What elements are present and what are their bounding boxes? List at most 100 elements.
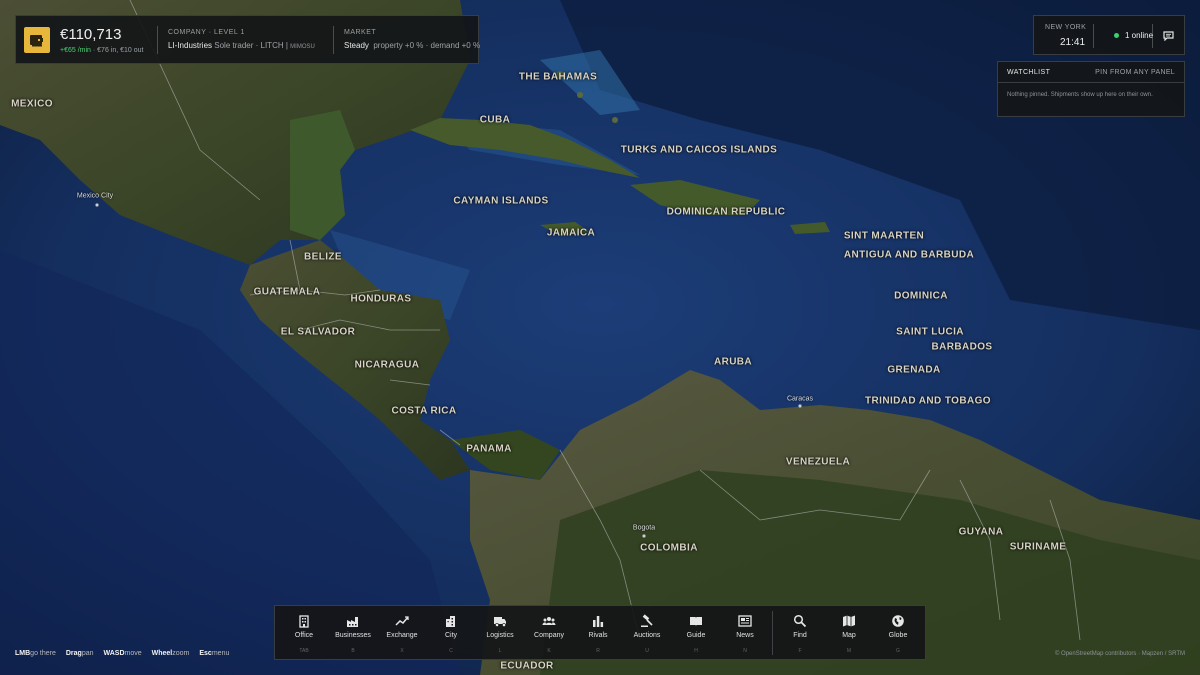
country-label-ecuador[interactable]: ECUADOR (500, 661, 553, 672)
toolbar-find-button[interactable]: Find F (776, 606, 824, 661)
country-label-mexico[interactable]: MEXICO (11, 99, 53, 110)
country-label-grenada[interactable]: GRENADA (887, 365, 940, 376)
country-label-colombia[interactable]: COLOMBIA (640, 543, 698, 554)
city-marker[interactable] (95, 203, 99, 207)
wallet-icon (30, 34, 43, 46)
balance-value: €110,713 (60, 25, 122, 43)
income-detail: · €76 in, €10 out (90, 46, 144, 54)
control-hints: LMBgo there Dragpan WASDmove Wheelzoom E… (15, 650, 239, 657)
country-label-suriname[interactable]: SURINAME (1010, 542, 1067, 553)
toolbar-label: Businesses (335, 632, 371, 639)
trend-icon (395, 616, 409, 626)
toolbar-logistics-button[interactable]: Logistics L (476, 606, 524, 661)
toolbar-shortcut: K (547, 648, 551, 654)
watchlist-panel: WATCHLIST PIN FROM ANY PANEL Nothing pin… (997, 61, 1185, 117)
city-marker[interactable] (798, 404, 802, 408)
toolbar-label: Company (534, 632, 564, 639)
country-label-barbados[interactable]: BARBADOS (932, 342, 993, 353)
toolbar-shortcut: M (846, 648, 852, 654)
market-block[interactable]: MARKET Steady property +0 % · demand +0 … (344, 29, 480, 50)
city-label-caracas[interactable]: Caracas (787, 396, 813, 403)
toolbar-city-button[interactable]: City C (427, 606, 475, 661)
country-label-cuba[interactable]: CUBA (480, 115, 511, 126)
toolbar-shortcut: H (694, 648, 698, 654)
toolbar-label: Find (793, 632, 807, 639)
watchlist-title: WATCHLIST (1007, 69, 1051, 76)
hint-esc: Escmenu (199, 650, 230, 657)
country-label-honduras[interactable]: HONDURAS (351, 294, 412, 305)
company-name: LI-Industries (168, 41, 213, 50)
toolbar-shortcut: C (449, 648, 453, 654)
balance-block[interactable]: €110,713 +€65 /min · €76 in, €10 out (60, 26, 152, 54)
company-heading: COMPANY · LEVEL 1 (168, 29, 245, 36)
country-label-venezuela[interactable]: VENEZUELA (786, 457, 850, 468)
company-block[interactable]: COMPANY · LEVEL 1 LI-Industries Sole tra… (168, 29, 323, 50)
online-status-dot (1114, 33, 1119, 38)
online-indicator[interactable]: 1 online (1114, 31, 1153, 40)
divider (333, 25, 334, 54)
toolbar-office-button[interactable]: Office TAB (280, 606, 328, 661)
toolbar-shortcut: N (743, 648, 747, 654)
company-line: LI-Industries Sole trader · LITCH | MIMO… (168, 41, 315, 50)
clock-city: NEW YORK (1045, 24, 1087, 31)
toolbar-rivals-button[interactable]: Rivals R (574, 606, 622, 661)
hint-drag: Dragpan (65, 650, 94, 657)
country-label-jamaica[interactable]: JAMAICA (547, 228, 595, 239)
map-attribution[interactable]: © OpenStreetMap contributors · Mapzen / … (1055, 651, 1185, 657)
country-label-the-bahamas[interactable]: THE BAHAMAS (519, 72, 597, 83)
company-logo[interactable] (24, 26, 50, 53)
clock-time: 21:41 (1060, 37, 1086, 48)
toolbar-label: Guide (686, 632, 706, 639)
country-label-saint-lucia[interactable]: SAINT LUCIA (896, 327, 964, 338)
toolbar-businesses-button[interactable]: Businesses B (329, 606, 377, 661)
main-toolbar: Office TAB Businesses B Exchange X City … (274, 605, 926, 660)
toolbar-map-button[interactable]: Map M (825, 606, 873, 661)
hint-lmb: LMBgo there (15, 650, 56, 657)
gavel-icon (641, 614, 653, 627)
country-label-trinidad-and-tobago[interactable]: TRINIDAD AND TOBAGO (865, 396, 991, 407)
country-label-guatemala[interactable]: GUATEMALA (254, 287, 321, 298)
market-line: Steady property +0 % · demand +0 % (344, 41, 480, 50)
country-label-sint-maarten[interactable]: SINT MAARTEN (844, 231, 924, 242)
country-label-nicaragua[interactable]: NICARAGUA (355, 360, 420, 371)
toolbar-shortcut: TAB (299, 648, 309, 654)
toolbar-label: Globe (888, 632, 908, 639)
city-label-bogota[interactable]: Bogota (633, 525, 655, 532)
country-label-cayman-islands[interactable]: CAYMAN ISLANDS (453, 196, 548, 207)
country-label-turks-and-caicos[interactable]: TURKS AND CAICOS ISLANDS (621, 145, 777, 156)
country-label-antigua-and-barbuda[interactable]: ANTIGUA AND BARBUDA (844, 250, 974, 261)
market-heading: MARKET (344, 29, 377, 36)
country-label-el-salvador[interactable]: EL SALVADOR (281, 327, 355, 338)
country-label-dominica[interactable]: DOMINICA (894, 291, 948, 302)
toolbar-shortcut: X (400, 648, 404, 654)
country-label-dominican-republic[interactable]: DOMINICAN REPUBLIC (667, 207, 786, 218)
hint-wasd: WASDmove (103, 650, 142, 657)
market-detail: property +0 % · demand +0 % (373, 41, 481, 50)
toolbar-guide-button[interactable]: Guide H (672, 606, 720, 661)
toolbar-label: Map (842, 632, 856, 639)
country-label-guyana[interactable]: GUYANA (959, 527, 1004, 538)
country-label-panama[interactable]: PANAMA (466, 444, 512, 455)
bars-icon (593, 616, 604, 627)
factory-icon (347, 617, 358, 627)
toolbar-globe-button[interactable]: Globe G (874, 606, 922, 661)
toolbar-label: Logistics (486, 632, 514, 639)
hint-wheel: Wheelzoom (151, 650, 190, 657)
city-label-mexico-city[interactable]: Mexico City (77, 193, 113, 200)
watchlist-pin-hint: PIN FROM ANY PANEL (1095, 69, 1175, 76)
divider (157, 25, 158, 54)
country-label-belize[interactable]: BELIZE (304, 252, 342, 263)
country-label-costa-rica[interactable]: COSTA RICA (391, 406, 456, 417)
toolbar-divider (772, 611, 773, 655)
city-icon (446, 616, 455, 627)
toolbar-news-button[interactable]: News N (721, 606, 769, 661)
toolbar-shortcut: B (351, 648, 355, 654)
city-marker[interactable] (642, 534, 646, 538)
toolbar-auctions-button[interactable]: Auctions U (623, 606, 671, 661)
chat-button[interactable] (1162, 30, 1174, 42)
toolbar-exchange-button[interactable]: Exchange X (378, 606, 426, 661)
income-line: +€65 /min · €76 in, €10 out (60, 47, 152, 54)
toolbar-company-button[interactable]: Company K (525, 606, 573, 661)
country-label-aruba[interactable]: ARUBA (714, 357, 752, 368)
company-type: Sole trader · LITCH (214, 41, 284, 50)
